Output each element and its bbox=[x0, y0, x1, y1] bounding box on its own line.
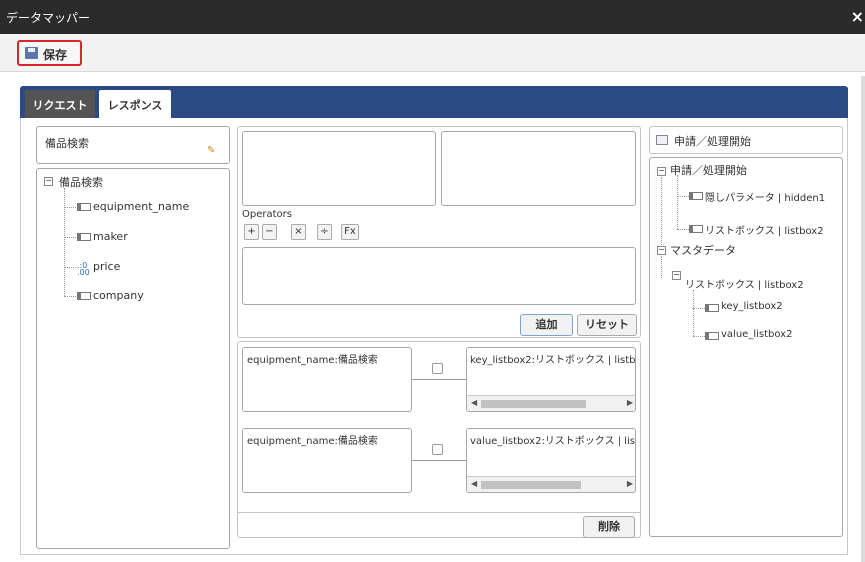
tree-root-label[interactable]: 備品検索 bbox=[59, 174, 103, 190]
tree-item-company[interactable]: company bbox=[93, 289, 144, 302]
scroll-thumb[interactable] bbox=[481, 400, 586, 408]
save-icon bbox=[25, 47, 38, 59]
expression-area[interactable] bbox=[242, 247, 636, 305]
tree-connector bbox=[677, 175, 678, 229]
tree-item-hidden1[interactable]: 隠しパラメータ | hidden1 bbox=[705, 189, 825, 204]
tree-connector bbox=[693, 290, 694, 336]
save-button[interactable]: 保存 bbox=[17, 40, 82, 66]
mapping-source-box[interactable]: equipment_name:備品検索 bbox=[242, 428, 412, 493]
save-button-label: 保存 bbox=[43, 48, 68, 62]
mapping-source-box[interactable]: equipment_name:備品検索 bbox=[242, 347, 412, 412]
mapping-checkbox[interactable] bbox=[432, 444, 443, 455]
tree-root-label[interactable]: 申請／処理開始 bbox=[670, 162, 747, 178]
scroll-right-icon[interactable]: ▶ bbox=[627, 398, 633, 407]
source-field-box[interactable] bbox=[242, 131, 436, 206]
plus-button[interactable]: + bbox=[244, 224, 259, 240]
field-icon bbox=[689, 225, 703, 233]
mapping-source-label: equipment_name:備品検索 bbox=[247, 355, 378, 366]
add-button[interactable]: 追加 bbox=[520, 314, 573, 336]
field-icon bbox=[77, 203, 91, 211]
left-tree-panel: − 備品検索 equipment_name maker .:0.00 price… bbox=[36, 168, 230, 549]
tree-connector bbox=[677, 196, 689, 197]
field-icon bbox=[705, 332, 719, 340]
mapping-target-label: key_listbox2:リストボックス | listbox2 bbox=[470, 355, 636, 366]
divider bbox=[238, 512, 640, 513]
tree-item-key-listbox2[interactable]: key_listbox2 bbox=[721, 301, 783, 312]
tree-connector bbox=[693, 308, 705, 309]
window-title: データマッパー bbox=[6, 11, 91, 25]
scroll-right-icon[interactable]: ▶ bbox=[627, 479, 633, 488]
mapping-connector bbox=[412, 460, 466, 461]
tree-node-listbox2[interactable]: リストボックス | listbox2 bbox=[685, 276, 804, 291]
tree-item-equipment-name[interactable]: equipment_name bbox=[93, 200, 189, 213]
tree-connector bbox=[693, 336, 705, 337]
mapping-target-label: value_listbox2:リストボックス | listbox2 bbox=[470, 436, 636, 447]
minus-button[interactable]: − bbox=[262, 224, 277, 240]
mapping-target-box[interactable]: value_listbox2:リストボックス | listbox2 ◀ ▶ bbox=[466, 428, 636, 493]
tree-item-maker[interactable]: maker bbox=[93, 230, 128, 243]
collapse-icon[interactable]: − bbox=[44, 177, 53, 186]
target-field-box[interactable] bbox=[441, 131, 636, 206]
tree-item-price[interactable]: price bbox=[93, 260, 120, 273]
form-icon bbox=[656, 135, 668, 145]
operators-label: Operators bbox=[242, 209, 292, 220]
tree-connector bbox=[64, 188, 65, 296]
edit-icon[interactable]: ✎ bbox=[207, 145, 215, 156]
horizontal-scrollbar[interactable]: ◀ ▶ bbox=[467, 476, 635, 492]
tree-connector bbox=[64, 237, 76, 238]
tree-item-listbox2[interactable]: リストボックス | listbox2 bbox=[705, 222, 824, 237]
right-tree-panel: − 申請／処理開始 隠しパラメータ | hidden1 リストボックス | li… bbox=[649, 157, 843, 537]
tree-item-value-listbox2[interactable]: value_listbox2 bbox=[721, 329, 792, 340]
scroll-left-icon[interactable]: ◀ bbox=[471, 479, 477, 488]
right-panel-header: 申請／処理開始 bbox=[649, 126, 843, 154]
multiply-button[interactable]: × bbox=[291, 224, 306, 240]
field-icon bbox=[77, 233, 91, 241]
mapping-source-label: equipment_name:備品検索 bbox=[247, 436, 378, 447]
tree-connector bbox=[661, 177, 662, 245]
reset-button[interactable]: リセット bbox=[577, 314, 637, 336]
tab-response[interactable]: レスポンス bbox=[99, 90, 171, 118]
mapping-checkbox[interactable] bbox=[432, 363, 443, 374]
tab-request[interactable]: リクエスト bbox=[25, 90, 95, 118]
mapping-connector bbox=[412, 379, 466, 380]
tree-connector bbox=[64, 207, 76, 208]
toolbar: 保存 bbox=[0, 34, 865, 72]
field-icon bbox=[705, 304, 719, 312]
tree-connector bbox=[661, 256, 662, 278]
left-panel-title: 備品検索 bbox=[45, 137, 89, 150]
scroll-thumb[interactable] bbox=[481, 481, 581, 489]
tab-bar: リクエスト レスポンス bbox=[20, 86, 848, 118]
tree-connector bbox=[64, 267, 76, 268]
function-button[interactable]: Fx bbox=[341, 224, 359, 240]
divide-button[interactable]: ÷ bbox=[317, 224, 332, 240]
field-icon bbox=[77, 292, 91, 300]
collapse-icon[interactable]: − bbox=[672, 271, 681, 280]
right-panel-title: 申請／処理開始 bbox=[674, 135, 751, 148]
tree-connector bbox=[64, 296, 76, 297]
left-panel-header: 備品検索 ✎ bbox=[36, 126, 230, 164]
scroll-left-icon[interactable]: ◀ bbox=[471, 398, 477, 407]
collapse-icon[interactable]: − bbox=[657, 246, 666, 255]
number-icon: .:0.00 bbox=[77, 261, 90, 277]
collapse-icon[interactable]: − bbox=[657, 167, 666, 176]
tree-connector bbox=[677, 229, 689, 230]
horizontal-scrollbar[interactable]: ◀ ▶ bbox=[467, 395, 635, 411]
tree-root-master-data[interactable]: マスタデータ bbox=[670, 242, 736, 258]
delete-button[interactable]: 削除 bbox=[583, 516, 635, 538]
title-bar: データマッパー × bbox=[0, 0, 865, 34]
close-icon[interactable]: × bbox=[851, 7, 864, 26]
page-scrollbar[interactable] bbox=[861, 76, 865, 562]
mapping-target-box[interactable]: key_listbox2:リストボックス | listbox2 ◀ ▶ bbox=[466, 347, 636, 412]
field-icon bbox=[689, 192, 703, 200]
